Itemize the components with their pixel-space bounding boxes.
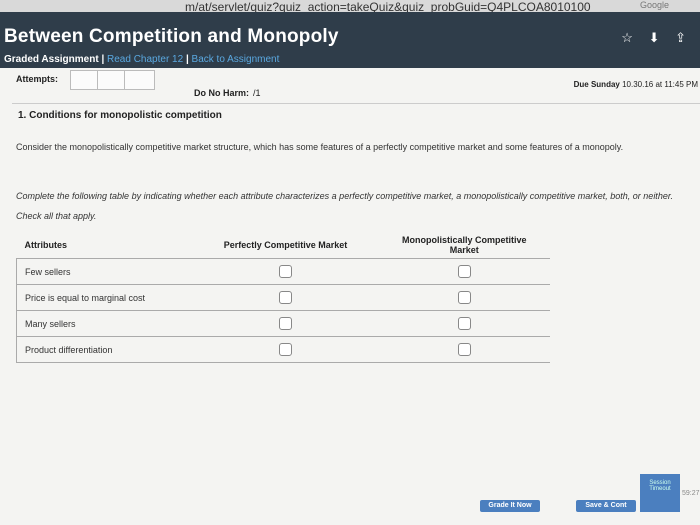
table-row: Many sellers (16, 310, 550, 337)
col-header-monopolistic: Monopolistically Competitive Market (378, 232, 550, 259)
perfect-checkbox[interactable] (279, 265, 292, 278)
table-row: Product differentiation (16, 336, 550, 363)
star-icon[interactable]: ☆ (621, 30, 633, 45)
divider (12, 103, 700, 104)
attempt-box (124, 70, 155, 90)
session-timeout-value: 59:27 (682, 490, 700, 497)
app-header: Between Competition and Monopoly Graded … (0, 12, 700, 68)
save-and-continue-button[interactable]: Save & Cont (576, 500, 636, 512)
perfect-checkbox[interactable] (279, 317, 292, 330)
due-value: 10.30.16 at 11:45 PM (622, 80, 698, 89)
monopolistic-cell (378, 336, 550, 363)
attribute-cell: Many sellers (16, 310, 193, 337)
perfect-cell (192, 310, 379, 337)
due-label: Due Sunday (573, 80, 620, 89)
no-harm-value: /1 (253, 88, 261, 98)
perfect-cell (192, 336, 379, 363)
perfect-checkbox[interactable] (279, 291, 292, 304)
back-to-assignment-link[interactable]: Back to Assignment (192, 54, 280, 65)
col-header-attributes: Attributes (16, 232, 193, 259)
grade-it-now-button[interactable]: Grade It Now (480, 500, 540, 512)
download-icon[interactable]: ⬇ (649, 30, 660, 45)
share-icon[interactable]: ⇪ (675, 30, 686, 45)
attribute-cell: Product differentiation (16, 336, 193, 363)
col-header-perfect: Perfectly Competitive Market (192, 232, 379, 259)
monopolistic-cell (378, 284, 550, 311)
table-row: Price is equal to marginal cost (16, 284, 550, 311)
monopolistic-checkbox[interactable] (457, 291, 471, 304)
monopolistic-checkbox[interactable] (457, 343, 471, 356)
attributes-table: Attributes Perfectly Competitive Market … (16, 232, 550, 363)
question-title: 1. Conditions for monopolistic competiti… (18, 110, 222, 121)
monopolistic-checkbox[interactable] (457, 265, 471, 278)
question-intro: Consider the monopolistically competitiv… (16, 142, 624, 152)
search-engine-label: Google (640, 0, 670, 10)
table-header-row: Attributes Perfectly Competitive Market … (16, 232, 550, 259)
read-chapter-link[interactable]: Read Chapter 12 (107, 54, 183, 65)
no-harm-label: Do No Harm: (194, 88, 250, 98)
attribute-cell: Few sellers (16, 258, 193, 285)
assignment-type-label: Graded Assignment (4, 54, 99, 65)
monopolistic-cell (378, 258, 550, 285)
breadcrumb: Graded Assignment | Read Chapter 12 | Ba… (4, 54, 279, 65)
attribute-cell: Price is equal to marginal cost (16, 284, 193, 311)
due-date: Due Sunday 10.30.16 at 11:45 PM (574, 80, 698, 89)
monopolistic-cell (378, 310, 550, 337)
header-icons: ☆ ⬇ ⇪ (609, 30, 686, 46)
attempts-indicator (70, 70, 155, 95)
monopolistic-checkbox[interactable] (457, 317, 471, 330)
table-row: Few sellers (16, 258, 550, 285)
attempts-label: Attempts: (16, 74, 58, 84)
question-instructions: Complete the following table by indicati… (16, 191, 673, 221)
do-no-harm: Do No Harm:/1 (194, 88, 261, 98)
perfect-cell (192, 284, 379, 311)
perfect-cell (192, 258, 379, 285)
page-title: Between Competition and Monopoly (4, 26, 339, 47)
perfect-checkbox[interactable] (279, 343, 292, 356)
session-timeout-label: Session Timeout (640, 474, 680, 512)
